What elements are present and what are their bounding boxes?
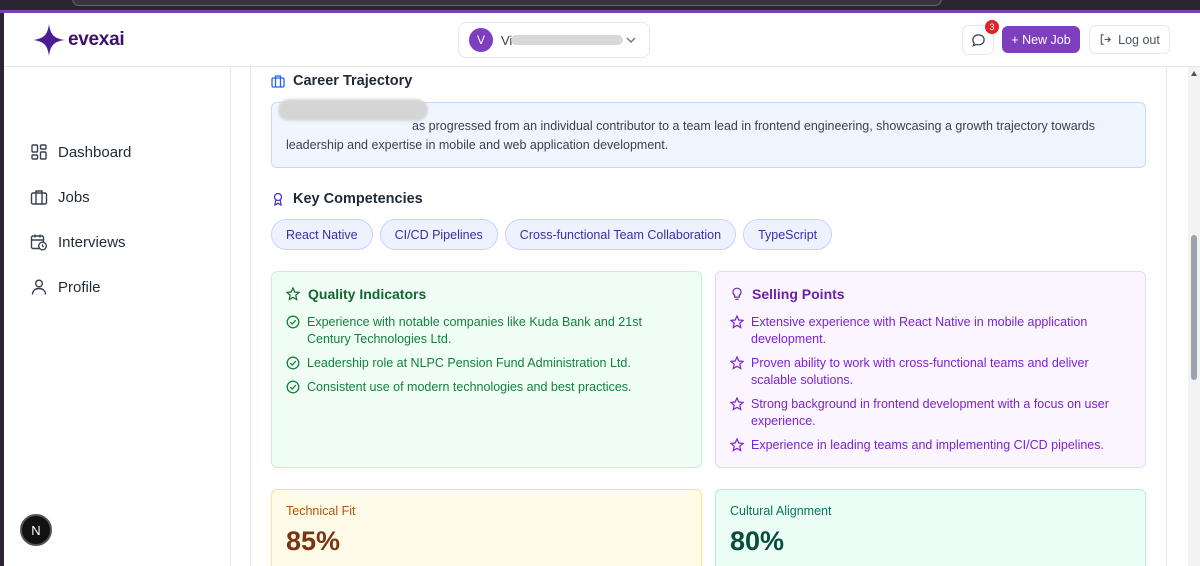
dashboard-icon — [31, 144, 47, 160]
metric-value: 85% — [286, 526, 341, 556]
star-icon — [730, 438, 744, 452]
quality-indicators-heading: Quality Indicators — [286, 286, 687, 302]
list-item: Experience with notable companies like K… — [286, 314, 687, 348]
cultural-alignment-card: Cultural Alignment 80% — [715, 489, 1146, 566]
redacted-text — [511, 35, 623, 45]
sidebar-item-label: Jobs — [58, 188, 90, 206]
sidebar-item-label: Interviews — [58, 233, 126, 251]
sidebar-item-label: Dashboard — [58, 143, 132, 161]
logo[interactable]: evexai — [32, 23, 125, 57]
panel-title: Selling Points — [752, 286, 845, 302]
check-circle-icon — [286, 380, 300, 394]
metric-value: 80% — [730, 526, 785, 556]
career-trajectory-heading: Career Trajectory — [271, 73, 412, 89]
technical-fit-card: Technical Fit 85% — [271, 489, 702, 566]
sparkle-logo-icon — [33, 24, 65, 56]
user-selector[interactable]: V Vi — [458, 22, 650, 58]
metric-label: Technical Fit — [286, 504, 356, 518]
browser-top-strip — [0, 0, 1200, 13]
award-icon — [273, 192, 283, 206]
list-item-text: Leadership role at NLPC Pension Fund Adm… — [307, 356, 631, 370]
section-title: Key Competencies — [293, 191, 423, 207]
briefcase-icon — [30, 190, 48, 205]
notification-badge: 3 — [985, 20, 999, 34]
star-icon — [730, 356, 744, 370]
sidebar: Dashboard Jobs Interviews Profile N — [4, 67, 231, 566]
list-item-text: Strong background in frontend developmen… — [751, 397, 1109, 428]
top-header: evexai V Vi 3 + New Job Log out — [4, 13, 1200, 67]
star-icon — [730, 315, 744, 329]
sidebar-item-interviews[interactable]: Interviews — [30, 233, 126, 251]
candidate-analysis-card: Career Trajectory as progressed from an … — [250, 67, 1167, 566]
section-title: Career Trajectory — [293, 73, 413, 89]
selling-points-heading: Selling Points — [730, 286, 1131, 302]
browser-address-bar[interactable] — [72, 0, 942, 6]
list-item-text: Experience in leading teams and implemen… — [751, 438, 1104, 452]
new-job-button[interactable]: + New Job — [1002, 26, 1080, 53]
brand-name: evexai — [68, 29, 125, 50]
key-competencies-heading: Key Competencies — [271, 191, 423, 207]
check-circle-icon — [286, 356, 300, 370]
star-icon — [730, 397, 744, 411]
list-item: Strong background in frontend developmen… — [730, 396, 1131, 430]
competency-tags: React Native CI/CD Pipelines Cross-funct… — [271, 219, 833, 250]
scroll-up-arrow[interactable] — [1191, 71, 1197, 76]
chat-bubble-icon — [971, 33, 985, 47]
help-launcher-button[interactable]: N — [20, 514, 52, 546]
briefcase-icon — [271, 75, 285, 88]
calendar-clock-icon — [30, 234, 47, 251]
sidebar-item-profile[interactable]: Profile — [30, 278, 101, 296]
user-icon — [31, 279, 47, 295]
lightbulb-icon — [732, 287, 742, 300]
list-item: Extensive experience with React Native i… — [730, 314, 1131, 348]
list-item-text: Consistent use of modern technologies an… — [307, 380, 632, 394]
logout-button[interactable]: Log out — [1089, 25, 1170, 54]
sidebar-item-jobs[interactable]: Jobs — [30, 188, 90, 206]
selling-points-panel: Selling Points Extensive experience with… — [715, 271, 1146, 468]
metric-label: Cultural Alignment — [730, 504, 832, 518]
list-item: Leadership role at NLPC Pension Fund Adm… — [286, 355, 687, 372]
main-content: Career Trajectory as progressed from an … — [231, 67, 1188, 566]
check-circle-icon — [286, 315, 300, 329]
scrollbar[interactable] — [1188, 67, 1200, 566]
sidebar-item-label: Profile — [58, 278, 101, 296]
quality-indicators-panel: Quality Indicators Experience with notab… — [271, 271, 702, 468]
competency-tag: CI/CD Pipelines — [379, 219, 498, 250]
list-item-text: Extensive experience with React Native i… — [751, 315, 1088, 346]
career-trajectory-text: as progressed from an individual contrib… — [286, 119, 1096, 152]
scroll-thumb[interactable] — [1191, 235, 1197, 380]
messages-button[interactable]: 3 — [962, 20, 999, 55]
logout-icon — [1100, 34, 1112, 45]
avatar: V — [469, 28, 493, 52]
competency-tag: React Native — [271, 219, 373, 250]
redacted-name — [278, 99, 428, 121]
list-item: Experience in leading teams and implemen… — [730, 437, 1131, 454]
chevron-down-icon — [626, 37, 636, 43]
sidebar-item-dashboard[interactable]: Dashboard — [30, 143, 131, 161]
logout-label: Log out — [1118, 32, 1160, 47]
list-item: Proven ability to work with cross-functi… — [730, 355, 1131, 389]
competency-tag: TypeScript — [743, 219, 833, 250]
panel-title: Quality Indicators — [308, 286, 427, 302]
list-item-text: Proven ability to work with cross-functi… — [751, 356, 1089, 387]
app-window: evexai V Vi 3 + New Job Log out Dashboar… — [4, 13, 1200, 566]
list-item-text: Experience with notable companies like K… — [307, 315, 642, 346]
career-trajectory-box: as progressed from an individual contrib… — [271, 99, 1146, 168]
competency-tag: Cross-functional Team Collaboration — [504, 219, 737, 250]
star-icon — [286, 287, 300, 301]
list-item: Consistent use of modern technologies an… — [286, 379, 687, 396]
